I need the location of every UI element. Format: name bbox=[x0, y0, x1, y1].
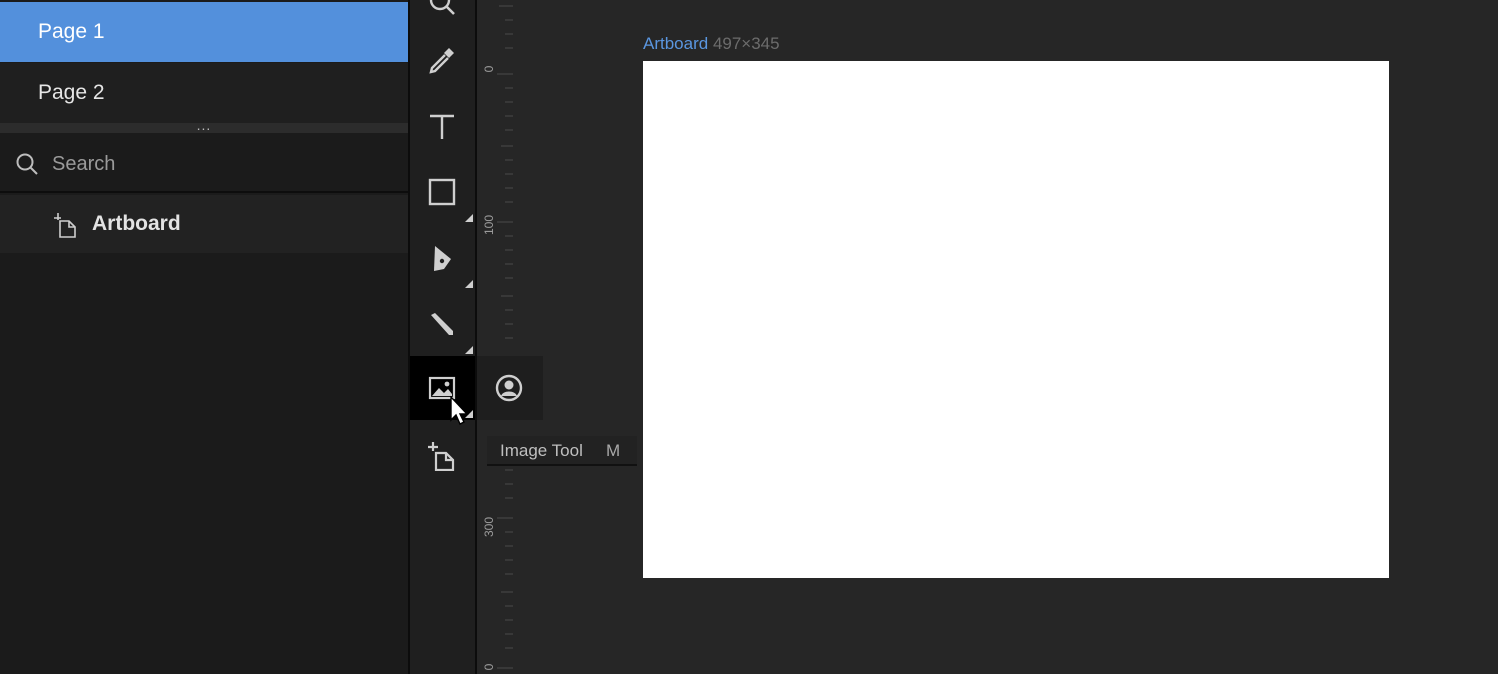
ruler-label: 0 bbox=[482, 65, 496, 73]
layer-item-label: Artboard bbox=[92, 212, 181, 235]
tool-tooltip: Image Tool M bbox=[487, 436, 637, 466]
image-tool-flyout bbox=[477, 356, 543, 420]
vertical-ruler: 0 100 300 0 bbox=[477, 0, 513, 674]
tooltip-shortcut: M bbox=[606, 441, 621, 460]
page-item-1[interactable]: Page 1 bbox=[0, 2, 408, 62]
layer-search bbox=[0, 133, 408, 193]
page-item-label: Page 2 bbox=[38, 81, 105, 104]
flyout-indicator bbox=[465, 214, 473, 222]
artboard-tool[interactable] bbox=[410, 424, 475, 488]
layer-item-artboard[interactable]: Artboard bbox=[0, 195, 408, 253]
tooltip-name: Image Tool bbox=[500, 441, 583, 460]
page-item-label: Page 1 bbox=[38, 20, 105, 43]
search-icon bbox=[15, 152, 39, 176]
page-item-2[interactable]: Page 2 bbox=[0, 63, 408, 123]
search-input[interactable] bbox=[52, 147, 382, 181]
artboard-name: Artboard bbox=[643, 34, 709, 53]
text-tool[interactable] bbox=[410, 94, 475, 158]
flyout-indicator bbox=[465, 346, 473, 354]
pencil-tool[interactable] bbox=[410, 292, 475, 356]
artboard-icon bbox=[52, 212, 78, 238]
artboard[interactable] bbox=[643, 61, 1389, 578]
left-panel: Page 1 Page 2 ... Art bbox=[0, 0, 408, 674]
mouse-cursor-icon bbox=[449, 395, 471, 426]
ruler-label: 300 bbox=[482, 516, 496, 537]
tool-bar bbox=[410, 0, 475, 674]
pen-tool[interactable] bbox=[410, 226, 475, 290]
artboard-title[interactable]: Artboard 497×345 bbox=[643, 34, 780, 54]
artboard-dimensions: 497×345 bbox=[712, 34, 780, 53]
eyedropper-tool[interactable] bbox=[410, 28, 475, 92]
splitter-handle[interactable]: ... bbox=[0, 117, 408, 133]
flyout-indicator bbox=[465, 280, 473, 288]
ruler-label: 100 bbox=[482, 214, 496, 235]
rectangle-tool[interactable] bbox=[410, 160, 475, 224]
ruler-label: 0 bbox=[482, 663, 496, 671]
ruler-ticks bbox=[497, 5, 513, 669]
app-window: Page 1 Page 2 ... Art bbox=[0, 0, 1498, 674]
